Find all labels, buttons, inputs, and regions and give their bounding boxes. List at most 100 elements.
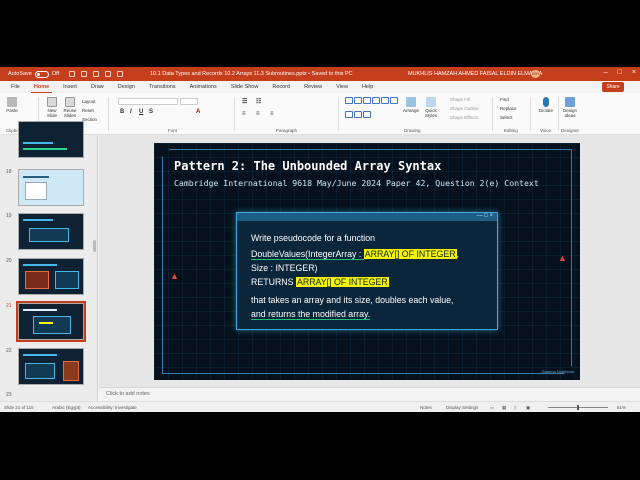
document-title[interactable]: 10.1 Data Types and Records 10.2 Arrays …: [150, 71, 353, 77]
align-center-icon[interactable]: ≡: [256, 111, 260, 117]
reading-view-icon[interactable]: ▯: [514, 405, 516, 411]
arrange-button[interactable]: Arrange: [402, 97, 420, 113]
slide-canvas[interactable]: Pattern 2: The Unbounded Array Syntax Ca…: [154, 143, 580, 380]
shape-icon[interactable]: [372, 97, 380, 104]
design-ideas-button[interactable]: Design Ideas: [560, 97, 580, 118]
slide-title[interactable]: Pattern 2: The Unbounded Array Syntax: [174, 159, 441, 173]
avatar[interactable]: MH: [531, 70, 540, 78]
language-indicator[interactable]: Arabic (Egypt): [52, 405, 81, 410]
shape-effects-button[interactable]: Shape Effects: [450, 115, 478, 120]
slide-thumbnails-pane[interactable]: 18 19 20 21 22 23: [0, 121, 98, 401]
find-button[interactable]: Find: [500, 97, 509, 102]
slide-thumbnail-selected[interactable]: [16, 301, 86, 342]
shape-icon[interactable]: [390, 97, 398, 104]
tab-file[interactable]: File: [8, 84, 23, 90]
slide-thumbnail[interactable]: [18, 121, 84, 158]
undo-icon[interactable]: [81, 71, 88, 77]
new-slide-button[interactable]: New Slide: [44, 97, 60, 118]
reuse-slides-button[interactable]: Reuse Slides: [62, 97, 78, 118]
tab-slide-show[interactable]: Slide Show: [228, 84, 262, 90]
shape-icon[interactable]: [363, 97, 371, 104]
bullets-icon[interactable]: ☰: [242, 98, 247, 105]
underline-icon[interactable]: U: [139, 109, 143, 115]
tab-insert[interactable]: Insert: [60, 84, 80, 90]
numbering-icon[interactable]: ☷: [256, 98, 261, 105]
normal-view-icon[interactable]: ▭: [490, 405, 494, 411]
slideshow-icon[interactable]: ▣: [526, 405, 530, 411]
notes-toggle[interactable]: Notes: [420, 405, 432, 410]
align-left-icon[interactable]: ≡: [242, 111, 246, 117]
reset-button[interactable]: Reset: [82, 108, 94, 113]
paste-button[interactable]: Paste: [4, 97, 20, 113]
user-name[interactable]: MUKHLIS HAMZAH AHMED FAISAL ELDIN ELMALL…: [408, 71, 542, 77]
thumbnail-item[interactable]: 19: [0, 213, 98, 253]
tab-home[interactable]: Home: [30, 84, 53, 93]
shape-icon[interactable]: [354, 110, 362, 118]
shape-fill-button[interactable]: Shape Fill: [450, 97, 470, 102]
shape-icon[interactable]: [345, 110, 353, 118]
close-icon[interactable]: ×: [632, 69, 636, 76]
tab-draw[interactable]: Draw: [88, 84, 107, 90]
shape-outline-button[interactable]: Shape Outline: [450, 106, 479, 111]
strikethrough-icon[interactable]: S: [149, 109, 153, 115]
divider: [492, 97, 493, 131]
layout-button[interactable]: Layout: [82, 99, 96, 104]
quick-styles-button[interactable]: Quick Styles: [422, 97, 440, 118]
tab-record[interactable]: Record: [269, 84, 293, 90]
align-right-icon[interactable]: ≡: [270, 111, 274, 117]
question-panel[interactable]: — □ × Write pseudocode for a function Do…: [236, 212, 498, 330]
shape-icon[interactable]: [354, 97, 362, 104]
thumbnail-item[interactable]: 21: [0, 301, 98, 343]
reuse-slides-label: Reuse Slides: [63, 108, 77, 118]
redo-icon[interactable]: [93, 71, 100, 77]
present-icon[interactable]: [105, 71, 112, 77]
dictate-label: Dictate: [538, 108, 553, 113]
section-button[interactable]: Section: [82, 117, 97, 122]
tab-review[interactable]: Review: [301, 84, 325, 90]
zoom-slider-handle[interactable]: [577, 405, 579, 410]
slide-subtitle[interactable]: Cambridge International 9618 May/June 20…: [174, 178, 539, 188]
shape-icon[interactable]: [381, 97, 389, 104]
shape-icon[interactable]: [345, 97, 353, 104]
dictate-button[interactable]: Dictate: [536, 97, 556, 113]
autosave-toggle[interactable]: AutoSave Off: [8, 70, 59, 78]
size-parameter-line: Size : INTEGER): [251, 263, 318, 273]
toggle-icon: [34, 70, 49, 78]
accessibility-checker[interactable]: Accessibility: Investigate: [88, 405, 137, 410]
slide-thumbnail[interactable]: [18, 169, 84, 206]
tab-transitions[interactable]: Transitions: [146, 84, 179, 90]
font-name-select[interactable]: [118, 98, 178, 105]
tab-view[interactable]: View: [333, 84, 351, 90]
save-icon[interactable]: [69, 71, 76, 77]
display-settings-button[interactable]: Display Settings: [446, 405, 478, 410]
slide-thumbnail[interactable]: [18, 348, 84, 385]
customize-icon[interactable]: [117, 71, 124, 77]
italic-icon[interactable]: I: [130, 109, 132, 115]
thumbnail-item[interactable]: 22: [0, 348, 98, 388]
select-button[interactable]: Select: [500, 115, 513, 120]
bold-icon[interactable]: B: [120, 109, 124, 115]
shape-icon[interactable]: [363, 110, 371, 118]
slide-editor: Pattern 2: The Unbounded Array Syntax Ca…: [99, 135, 640, 387]
font-size-select[interactable]: [180, 98, 198, 105]
minimize-icon[interactable]: –: [604, 69, 608, 76]
thumbnail-item[interactable]: 20: [0, 258, 98, 298]
shapes-gallery[interactable]: [345, 97, 398, 123]
tab-animations[interactable]: Animations: [187, 84, 220, 90]
maximize-icon[interactable]: □: [618, 69, 622, 76]
slide-sorter-icon[interactable]: ▦: [502, 405, 506, 411]
replace-button[interactable]: Replace: [500, 106, 517, 111]
thumbnail-number: 23: [6, 392, 12, 398]
notes-pane[interactable]: Click to add notes: [99, 387, 640, 401]
slide-thumbnail[interactable]: [18, 213, 84, 250]
signature-text: DoubleValues(IntegerArray :: [251, 249, 364, 260]
font-color-icon[interactable]: A: [196, 109, 200, 115]
tab-design[interactable]: Design: [115, 84, 138, 90]
share-button[interactable]: Share: [602, 82, 624, 92]
thumbnails-scrollbar[interactable]: [93, 240, 96, 252]
slide-thumbnail[interactable]: [18, 258, 84, 295]
zoom-level[interactable]: 61%: [617, 405, 626, 410]
thumbnail-item[interactable]: 18: [0, 169, 98, 209]
tab-help[interactable]: Help: [359, 84, 376, 90]
thumbnail-number: 20: [6, 258, 12, 264]
